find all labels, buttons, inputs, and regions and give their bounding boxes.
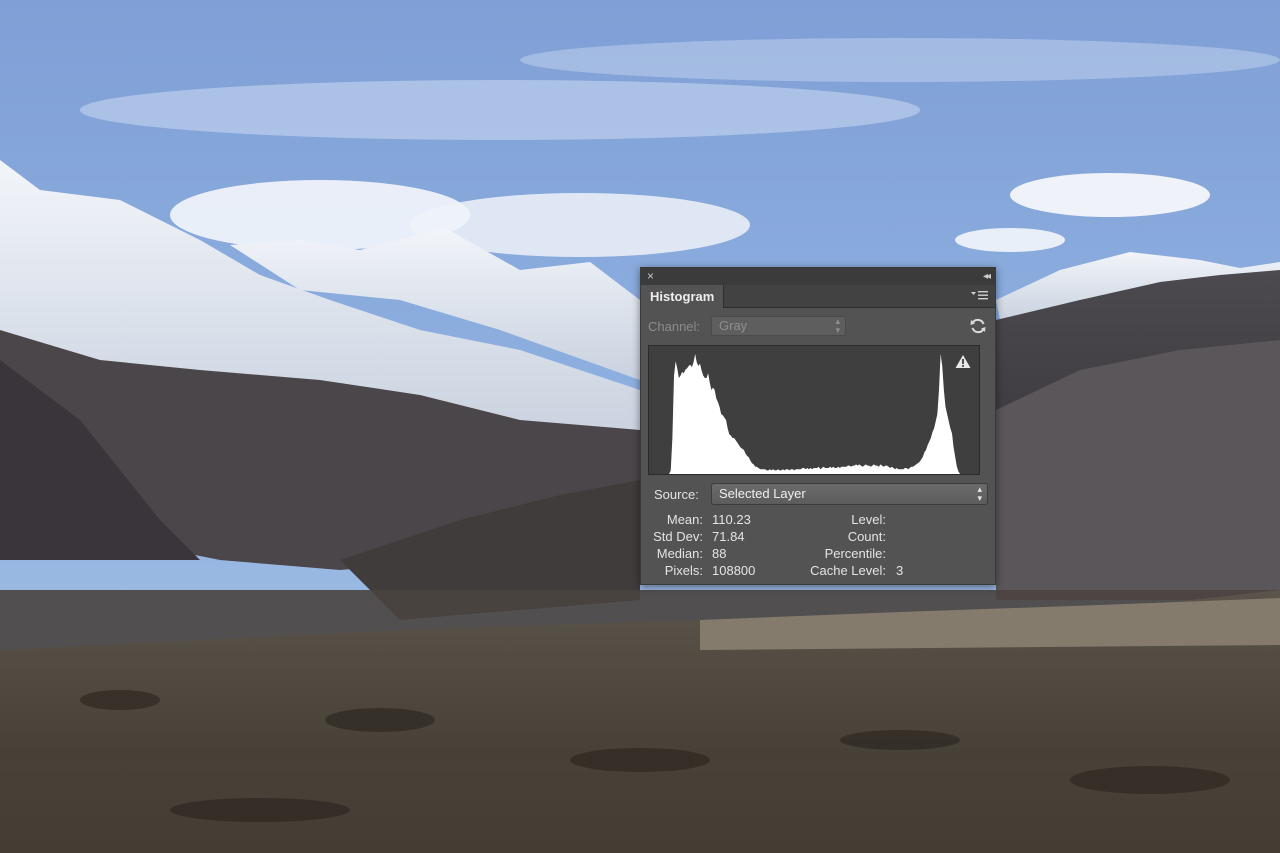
- source-value: Selected Layer: [719, 486, 806, 501]
- source-select[interactable]: Selected Layer ▴ ▾: [711, 483, 988, 505]
- channel-label: Channel:: [648, 319, 701, 334]
- channel-select[interactable]: Gray ▴ ▾: [711, 316, 846, 336]
- source-label: Source:: [654, 487, 699, 502]
- stat-label: Std Dev:: [653, 529, 703, 544]
- stats-row-4: Pixels: 108800 Cache Level: 3: [641, 563, 997, 579]
- stats-row-2: Std Dev: 71.84 Count:: [641, 529, 997, 545]
- stat-label: Percentile:: [824, 546, 886, 561]
- stat-value: 108800: [712, 563, 756, 578]
- tab-histogram[interactable]: Histogram: [641, 285, 725, 308]
- histogram-fill: [661, 354, 965, 474]
- stat-value: 88: [712, 546, 727, 561]
- stat-label: Level:: [851, 512, 886, 527]
- histogram-panel: × ◂◂ Histogram Channel: Gray ▴ ▾ Source:…: [640, 267, 996, 585]
- panel-tabbar: Histogram: [641, 285, 995, 308]
- stat-value: 71.84: [712, 529, 745, 544]
- stat-value: 3: [896, 563, 904, 578]
- collapse-icon[interactable]: ◂◂: [983, 268, 991, 285]
- stat-label: Median:: [656, 546, 703, 561]
- stats-row-1: Mean: 110.23 Level:: [641, 512, 997, 528]
- stats-row-3: Median: 88 Percentile:: [641, 546, 997, 562]
- stat-label: Pixels:: [664, 563, 703, 578]
- close-icon[interactable]: ×: [647, 268, 654, 285]
- select-arrows-icon: ▴ ▾: [977, 484, 982, 503]
- panel-menu-icon[interactable]: [971, 289, 989, 304]
- panel-titlebar[interactable]: × ◂◂: [641, 268, 995, 286]
- stat-label: Cache Level:: [810, 563, 886, 578]
- stat-value: 110.23: [712, 512, 751, 527]
- histogram-graph: [661, 354, 965, 474]
- histogram-display[interactable]: [648, 345, 980, 475]
- refresh-icon[interactable]: [969, 317, 987, 338]
- warning-icon[interactable]: [955, 354, 971, 372]
- stat-label: Mean:: [666, 512, 703, 527]
- select-arrows-icon: ▴ ▾: [835, 316, 840, 335]
- stat-label: Count:: [847, 529, 886, 544]
- channel-value: Gray: [719, 318, 748, 333]
